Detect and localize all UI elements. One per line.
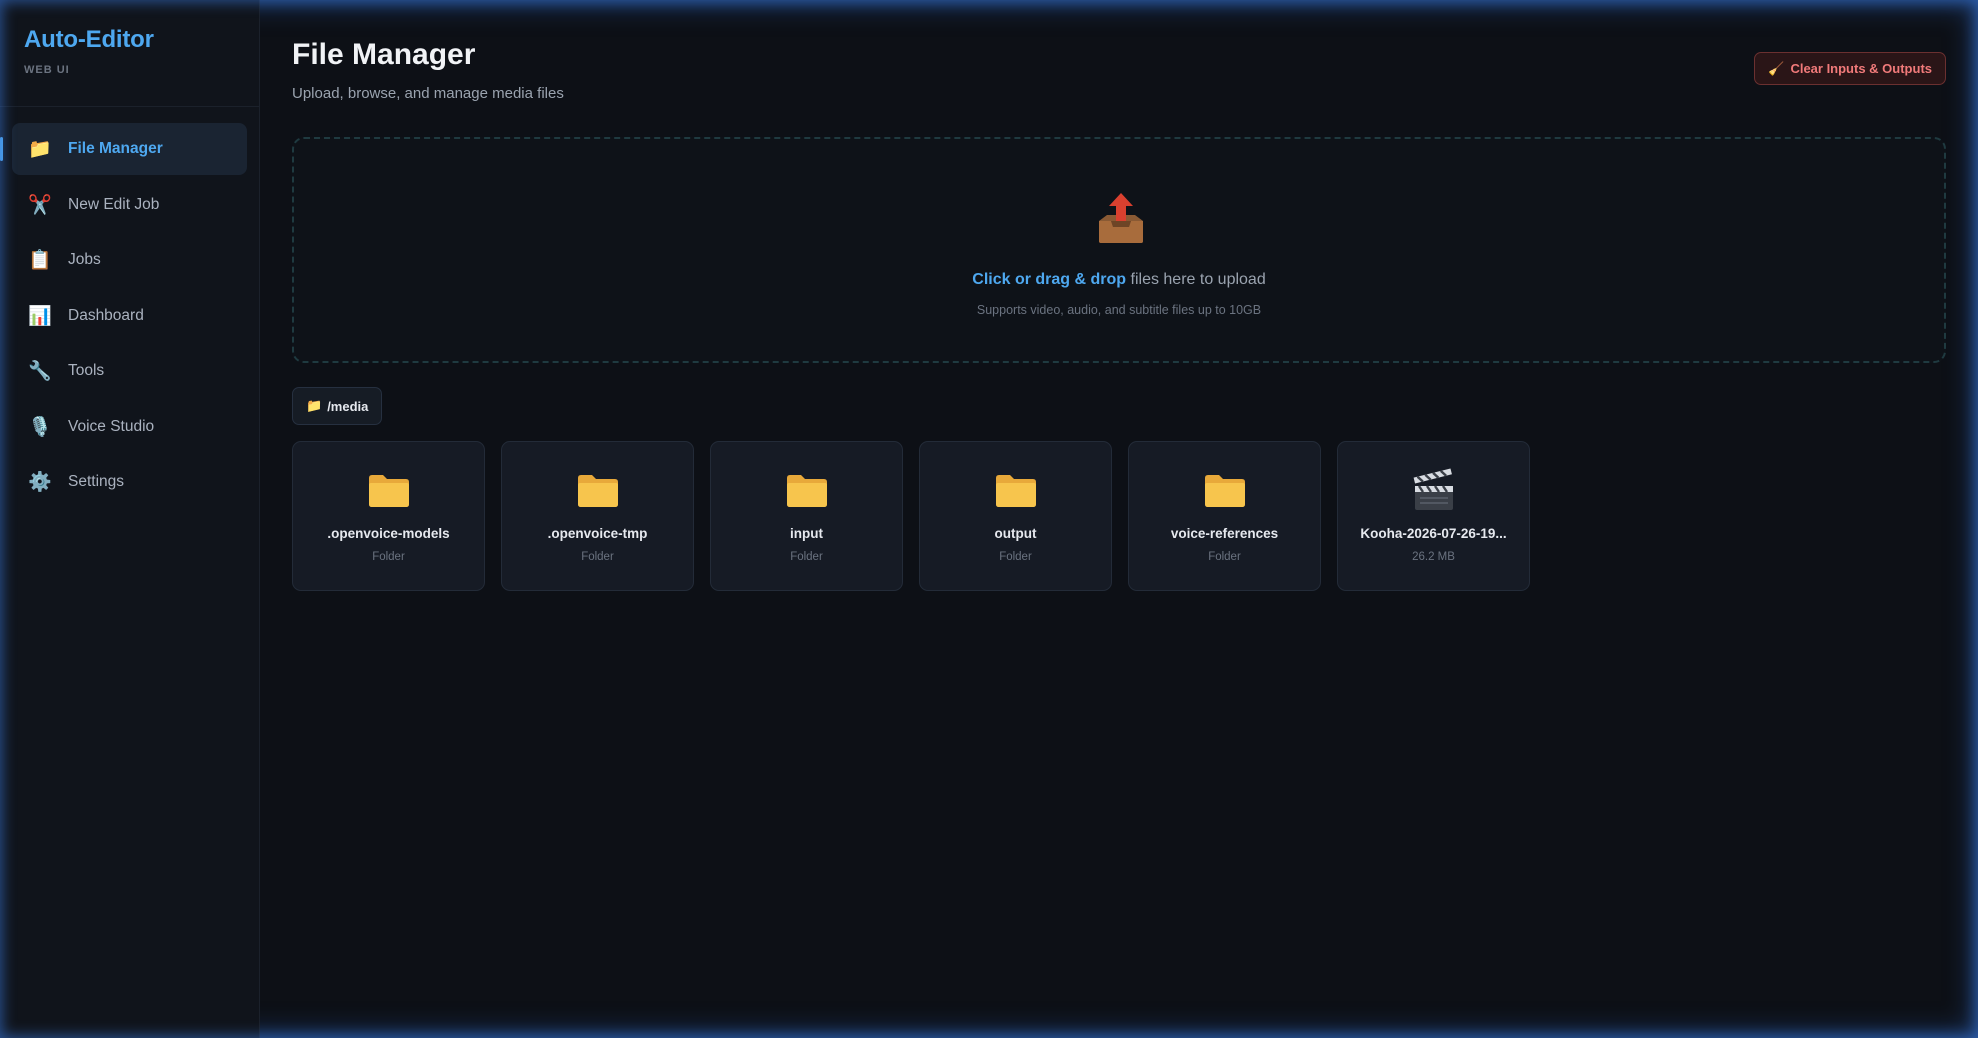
folder-icon: 📁 bbox=[28, 139, 52, 160]
breadcrumb-path: /media bbox=[327, 398, 369, 414]
app-subtitle: WEB UI bbox=[24, 64, 70, 76]
clear-button-label: Clear Inputs & Outputs bbox=[1790, 61, 1932, 76]
folder-icon bbox=[577, 475, 618, 507]
folder-icon bbox=[786, 475, 827, 507]
sidebar-divider bbox=[0, 106, 260, 107]
sidebar-item-label: Settings bbox=[68, 473, 125, 490]
sidebar-item-new-edit-job[interactable]: ✂️ New Edit Job bbox=[12, 179, 247, 231]
file-name: input bbox=[790, 526, 823, 541]
file-card[interactable]: .openvoice-models Folder bbox=[292, 441, 485, 591]
sidebar-item-label: New Edit Job bbox=[68, 195, 160, 213]
sidebar-item-tools[interactable]: 🔧 Tools bbox=[12, 345, 247, 397]
brand: Auto-Editor WEB UI bbox=[24, 26, 154, 76]
page-subtitle: Upload, browse, and manage media files bbox=[292, 85, 564, 102]
wrench-icon: 🔧 bbox=[28, 361, 52, 382]
upload-rest-text: files here to upload bbox=[1126, 271, 1266, 288]
sidebar-item-file-manager[interactable]: 📁 File Manager bbox=[0, 123, 247, 175]
file-name: .openvoice-tmp bbox=[547, 526, 648, 541]
gear-icon: ⚙️ bbox=[28, 472, 52, 493]
file-name: voice-references bbox=[1170, 526, 1279, 541]
file-card[interactable]: .openvoice-tmp Folder bbox=[501, 441, 694, 591]
sidebar-item-label: Tools bbox=[68, 362, 105, 379]
broom-icon: 🧹 bbox=[1768, 60, 1785, 76]
sidebar-item-label: File Manager bbox=[68, 140, 163, 157]
file-grid: .openvoice-models Folder .openvoice-tmp … bbox=[292, 441, 1530, 591]
sidebar-item-settings[interactable]: ⚙️ Settings bbox=[12, 456, 247, 508]
sidebar: Auto-Editor WEB UI 📁 File Manager ✂️ New… bbox=[0, 0, 260, 1038]
file-card[interactable]: input Folder bbox=[710, 441, 903, 591]
clear-inputs-outputs-button[interactable]: 🧹 Clear Inputs & Outputs bbox=[1754, 52, 1946, 85]
upload-hint: Supports video, audio, and subtitle file… bbox=[976, 303, 1262, 317]
file-name: .openvoice-models bbox=[327, 526, 450, 541]
sidebar-item-label: Voice Studio bbox=[68, 417, 155, 435]
app-title: Auto-Editor bbox=[24, 26, 154, 53]
folder-icon bbox=[1204, 475, 1245, 507]
folder-icon: 📁 bbox=[306, 398, 323, 413]
upload-dropzone[interactable]: Click or drag & drop files here to uploa… bbox=[292, 137, 1946, 363]
sidebar-item-label: Jobs bbox=[68, 251, 101, 268]
file-meta: Folder bbox=[372, 551, 405, 563]
breadcrumb[interactable]: 📁 /media bbox=[292, 387, 383, 425]
file-card[interactable]: voice-references Folder bbox=[1128, 441, 1321, 591]
file-meta: Folder bbox=[581, 551, 614, 563]
upload-tray-icon bbox=[1099, 193, 1143, 243]
file-name: output bbox=[994, 526, 1037, 541]
file-card[interactable]: Kooha-2026-07-26-19... 26.2 MB bbox=[1337, 441, 1530, 591]
page-title: File Manager bbox=[292, 38, 476, 71]
file-meta: 26.2 MB bbox=[1412, 551, 1455, 563]
file-meta: Folder bbox=[999, 551, 1032, 563]
clipboard-icon: 📋 bbox=[28, 250, 52, 271]
file-meta: Folder bbox=[1208, 551, 1241, 563]
sidebar-item-label: Dashboard bbox=[68, 306, 144, 324]
bar-chart-icon: 📊 bbox=[28, 305, 52, 327]
sidebar-item-dashboard[interactable]: 📊 Dashboard bbox=[12, 290, 247, 342]
microphone-icon: 🎙️ bbox=[28, 416, 52, 438]
file-card[interactable]: output Folder bbox=[919, 441, 1112, 591]
upload-instruction: Click or drag & drop files here to uploa… bbox=[294, 271, 1944, 289]
sidebar-item-jobs[interactable]: 📋 Jobs bbox=[12, 234, 247, 286]
sidebar-nav: 📁 File Manager ✂️ New Edit Job 📋 Jobs 📊 … bbox=[0, 123, 247, 512]
clapperboard-icon bbox=[1413, 468, 1453, 510]
folder-icon bbox=[995, 475, 1036, 507]
app-window: Auto-Editor WEB UI 📁 File Manager ✂️ New… bbox=[0, 0, 1978, 1038]
folder-icon bbox=[368, 475, 409, 507]
main-content: File Manager Upload, browse, and manage … bbox=[292, 0, 1946, 1038]
file-meta: Folder bbox=[790, 551, 823, 563]
upload-link[interactable]: Click or drag & drop bbox=[972, 271, 1126, 288]
scissors-icon: ✂️ bbox=[28, 194, 52, 216]
sidebar-item-voice-studio[interactable]: 🎙️ Voice Studio bbox=[12, 401, 247, 453]
file-name: Kooha-2026-07-26-19... bbox=[1360, 526, 1507, 541]
